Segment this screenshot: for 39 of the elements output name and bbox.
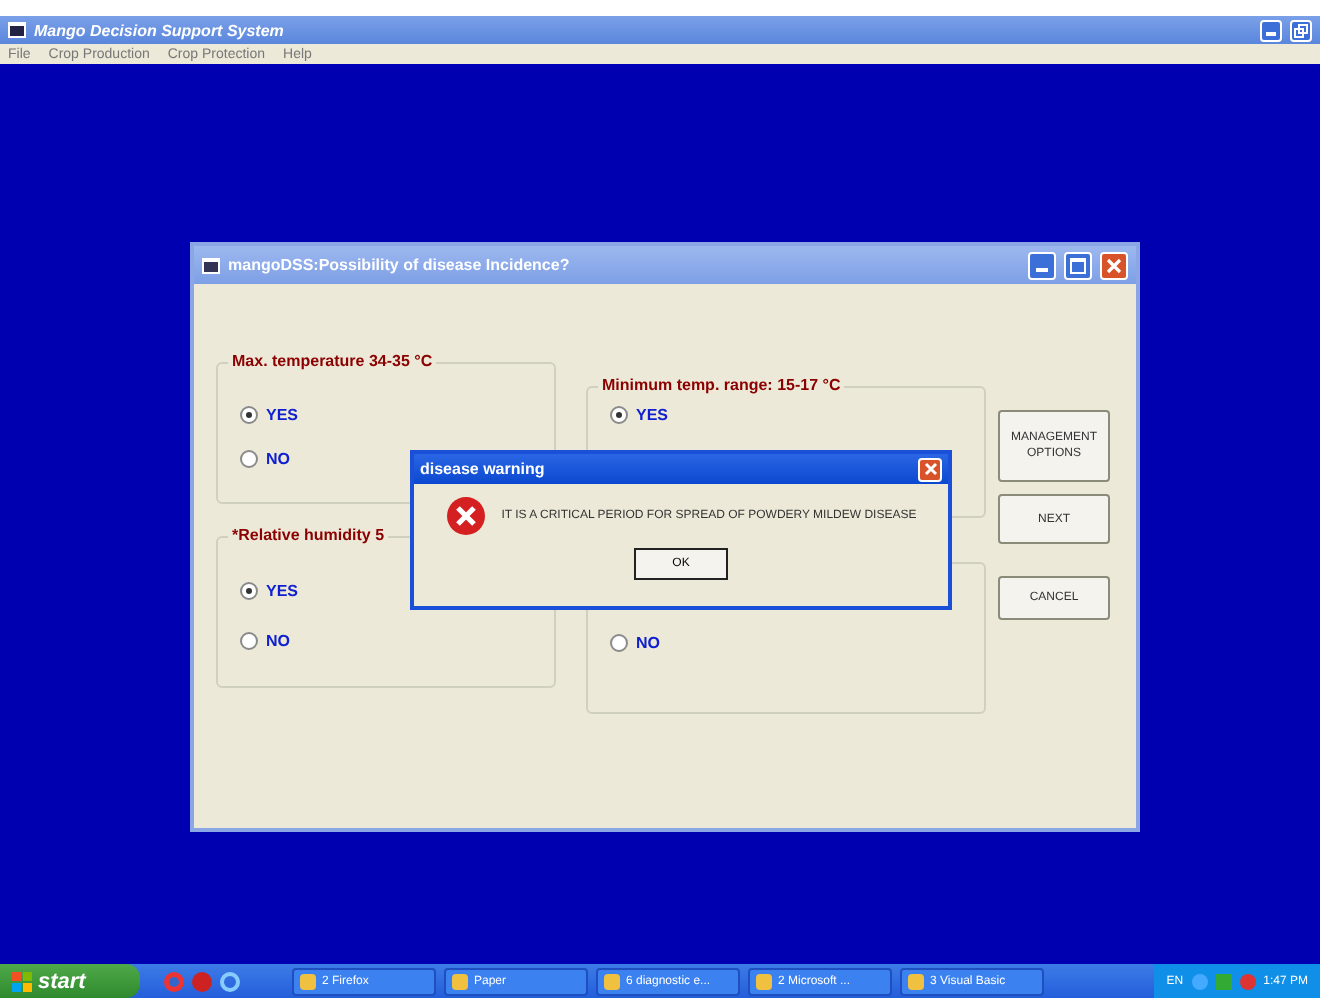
minimize-button[interactable] [1028, 251, 1056, 279]
group-title: *Relative humidity 5 [228, 524, 389, 548]
radio-button[interactable] [610, 633, 628, 651]
option-label: NO [266, 631, 290, 650]
option-label: YES [636, 406, 669, 424]
close-icon [1106, 257, 1122, 273]
start-button[interactable]: start [0, 964, 140, 998]
maximize-icon [1070, 257, 1086, 273]
window-title: Mango Decision Support System [34, 21, 284, 39]
radio-button[interactable] [240, 631, 258, 650]
close-icon [923, 462, 937, 476]
restore-icon [1294, 23, 1308, 37]
restore-button[interactable] [1290, 19, 1312, 41]
radio-button[interactable] [240, 582, 258, 601]
browser-icon[interactable] [220, 971, 240, 991]
program-icon [452, 973, 468, 989]
minimize-button[interactable] [1260, 19, 1282, 41]
app-icon [8, 22, 26, 38]
option-label: YES [266, 582, 299, 601]
radio-button[interactable] [240, 405, 258, 424]
maximize-button[interactable] [1064, 251, 1092, 279]
message-box-title: disease warning [420, 460, 545, 478]
radio-button[interactable] [240, 450, 258, 469]
program-icon [604, 973, 620, 989]
program-icon [300, 973, 316, 989]
group-title: Max. temperature 34-35 °C [228, 350, 437, 374]
radio-button[interactable] [610, 406, 628, 424]
app-icon [202, 257, 220, 273]
windows-logo-icon [12, 971, 32, 991]
group-title: Minimum temp. range: 15-17 °C [598, 374, 845, 398]
error-icon [445, 496, 486, 536]
option-label: YES [266, 405, 299, 424]
option-label: NO [636, 633, 660, 651]
dialog-title: mangoDSS:Possibility of disease Incidence? [228, 256, 570, 274]
program-icon [908, 973, 924, 989]
option-label: NO [266, 450, 290, 469]
close-button[interactable] [918, 457, 942, 481]
close-button[interactable] [1100, 251, 1128, 279]
program-icon [756, 973, 772, 989]
